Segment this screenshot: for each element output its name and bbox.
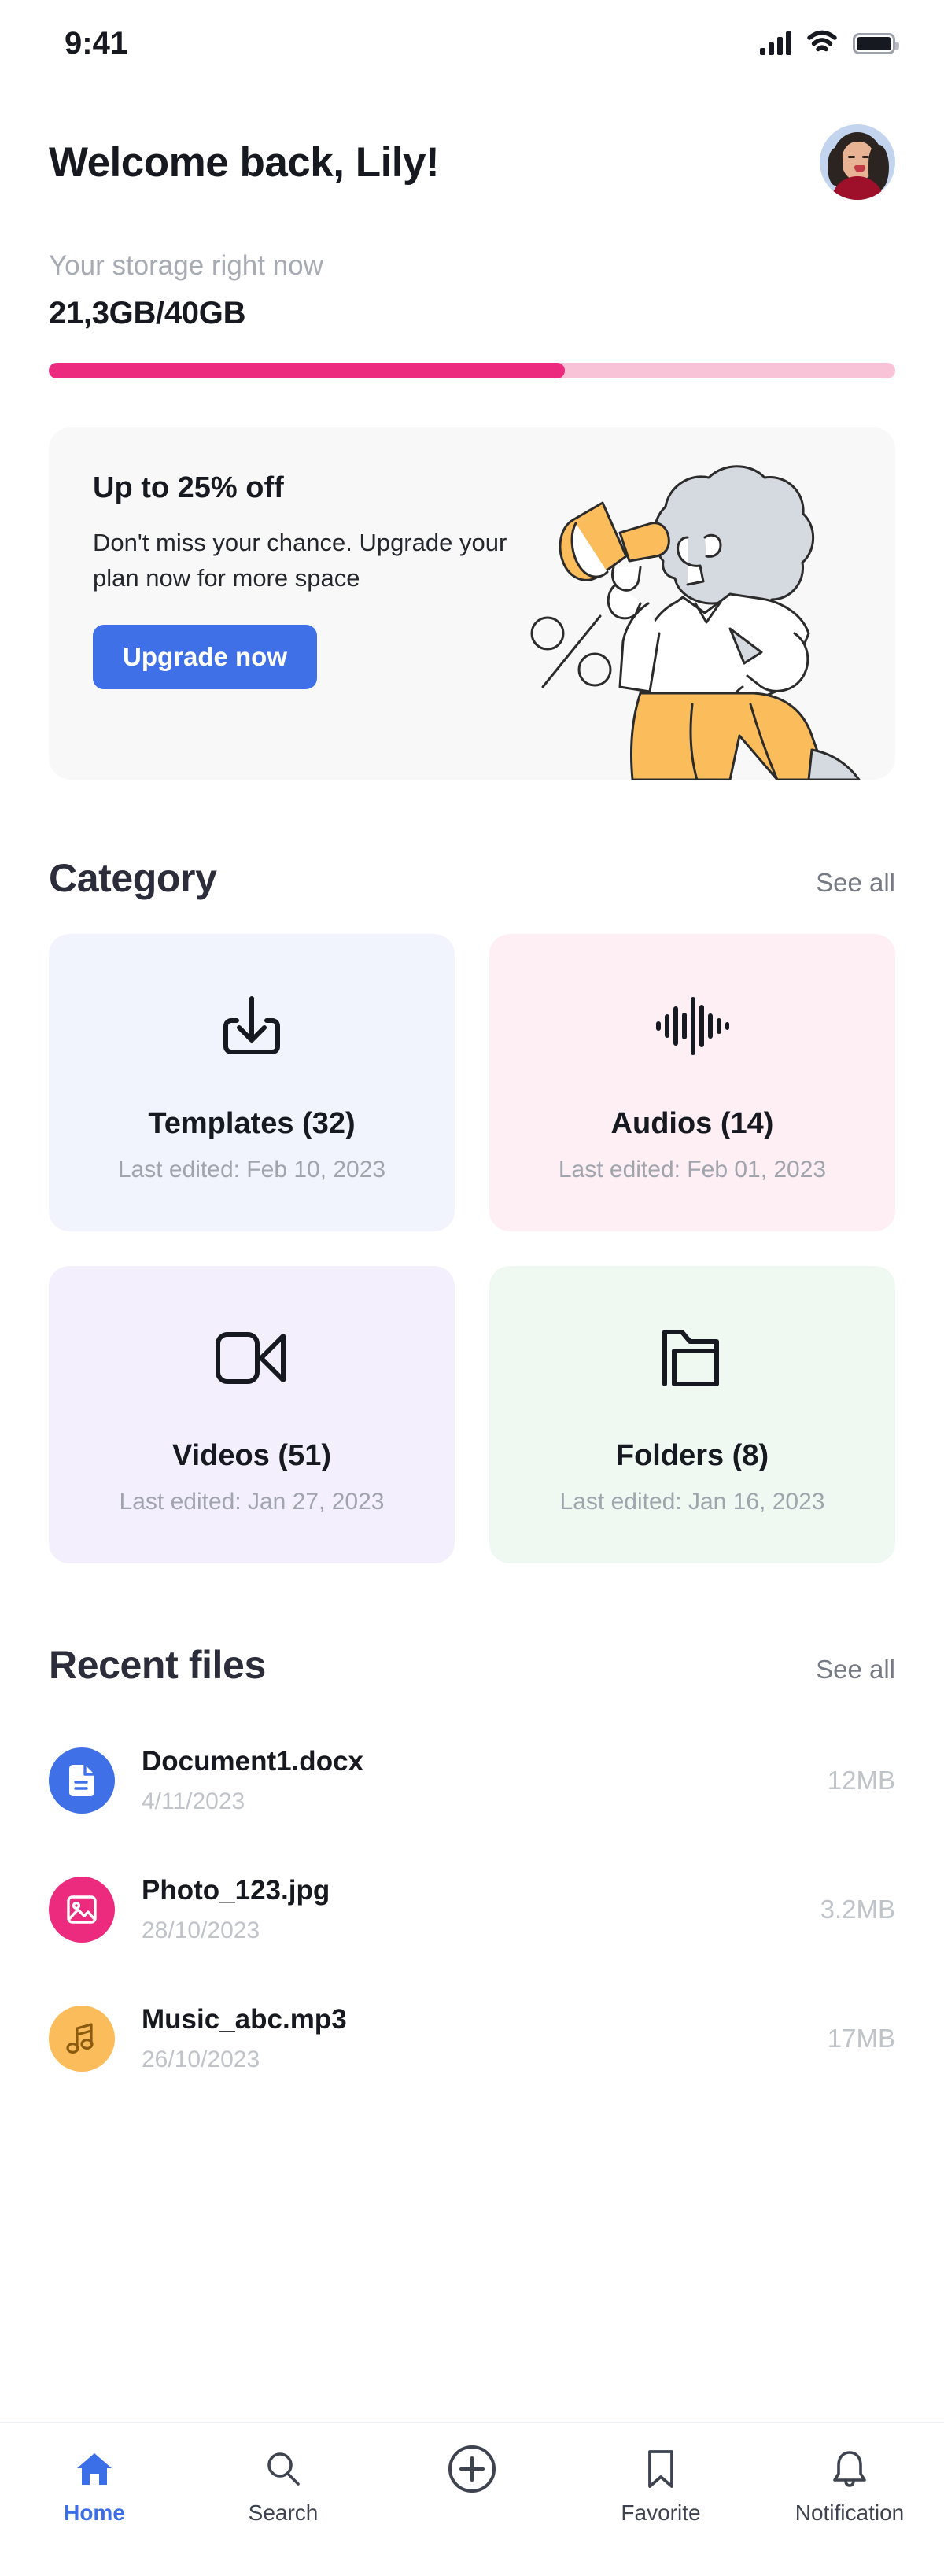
document-icon	[49, 1747, 115, 1814]
app-screen: 9:41 Welcome back, Lily! Your storage ri…	[0, 0, 944, 2576]
category-card-meta: Last edited: Feb 01, 2023	[558, 1156, 827, 1183]
category-card-audios[interactable]: Audios (14) Last edited: Feb 01, 2023	[489, 934, 895, 1231]
file-info: Music_abc.mp3 26/10/2023	[142, 2004, 828, 2073]
category-card-label: Videos (51)	[171, 1438, 332, 1472]
wifi-icon	[807, 30, 837, 57]
nav-item-label: Search	[248, 2500, 319, 2525]
download-icon	[218, 983, 286, 1069]
nav-item-favorite[interactable]: Favorite	[582, 2447, 739, 2526]
signal-bars-icon	[760, 31, 791, 55]
status-bar-time: 9:41	[65, 25, 128, 61]
category-card-folders[interactable]: Folders (8) Last edited: Jan 16, 2023	[489, 1266, 895, 1563]
file-list-item[interactable]: Document1.docx 4/11/2023 12MB	[49, 1716, 895, 1845]
category-title: Category	[49, 856, 217, 900]
recent-files-see-all-link[interactable]: See all	[816, 1655, 895, 1685]
storage-progress-bar	[49, 363, 895, 378]
promo-subtitle: Don't miss your chance. Upgrade your pla…	[93, 529, 507, 592]
page-title: Welcome back, Lily!	[49, 138, 440, 186]
promo-title: Up to 25% off	[93, 471, 284, 504]
avatar[interactable]	[820, 124, 895, 200]
category-card-templates[interactable]: Templates (32) Last edited: Feb 10, 2023	[49, 934, 455, 1231]
nav-item-notification[interactable]: Notification	[771, 2447, 928, 2526]
image-icon	[49, 1877, 115, 1943]
storage-label: Your storage right now	[49, 250, 323, 281]
search-icon	[264, 2447, 303, 2491]
folder-icon	[658, 1315, 726, 1401]
status-bar: 9:41	[0, 0, 944, 87]
storage-progress-fill	[49, 363, 566, 378]
nav-item-add[interactable]	[393, 2445, 551, 2500]
category-see-all-link[interactable]: See all	[816, 868, 895, 898]
category-card-label: Templates (32)	[148, 1106, 356, 1140]
recent-files-list: Document1.docx 4/11/2023 12MB Photo_123.…	[0, 1688, 944, 2103]
bell-icon	[830, 2447, 869, 2491]
category-card-meta: Last edited: Jan 16, 2023	[559, 1488, 825, 1515]
file-list-item[interactable]: Photo_123.jpg 28/10/2023 3.2MB	[49, 1845, 895, 1974]
file-size: 12MB	[827, 1766, 895, 1795]
home-icon	[75, 2447, 114, 2491]
page-header: Welcome back, Lily!	[0, 87, 944, 200]
recent-files-title: Recent files	[49, 1643, 266, 1687]
plus-circle-icon	[446, 2445, 498, 2493]
music-note-icon	[49, 2006, 115, 2072]
category-card-meta: Last edited: Jan 27, 2023	[119, 1488, 385, 1515]
file-date: 26/10/2023	[142, 2046, 260, 2072]
file-date: 4/11/2023	[142, 1788, 245, 1814]
video-camera-icon	[214, 1315, 289, 1401]
nav-item-label: Home	[64, 2500, 125, 2525]
category-card-meta: Last edited: Feb 10, 2023	[117, 1156, 386, 1183]
nav-item-home[interactable]: Home	[16, 2447, 173, 2526]
promo-text: Up to 25% off Don't miss your chance. Up…	[49, 427, 521, 780]
category-card-label: Folders (8)	[615, 1438, 769, 1472]
audio-waveform-icon	[655, 983, 730, 1069]
file-list-item[interactable]: Music_abc.mp3 26/10/2023 17MB	[49, 1974, 895, 2103]
file-name: Document1.docx	[142, 1746, 363, 1777]
nav-item-label: Notification	[795, 2500, 905, 2525]
upgrade-now-button[interactable]: Upgrade now	[93, 624, 318, 689]
nav-item-search[interactable]: Search	[205, 2447, 362, 2526]
battery-icon	[853, 32, 899, 54]
recent-files-section-header: Recent files See all	[0, 1563, 944, 1688]
file-date: 28/10/2023	[142, 1917, 260, 1943]
category-grid: Templates (32) Last edited: Feb 10, 2023…	[0, 901, 944, 1563]
file-size: 17MB	[827, 2024, 895, 2053]
category-card-videos[interactable]: Videos (51) Last edited: Jan 27, 2023	[49, 1266, 455, 1563]
file-name: Music_abc.mp3	[142, 2004, 347, 2035]
category-section-header: Category See all	[0, 780, 944, 901]
nav-item-label: Favorite	[621, 2500, 701, 2525]
status-bar-icons	[760, 30, 899, 57]
file-info: Photo_123.jpg 28/10/2023	[142, 1875, 820, 1944]
file-name: Photo_123.jpg	[142, 1875, 330, 1906]
bookmark-icon	[643, 2447, 678, 2491]
storage-value: 21,3GB/40GB	[49, 296, 246, 330]
file-size: 3.2MB	[820, 1895, 895, 1924]
bottom-navigation-bar: Home Search Favorite Notification	[0, 2422, 944, 2576]
file-info: Document1.docx 4/11/2023	[142, 1746, 828, 1815]
promo-banner[interactable]: Up to 25% off Don't miss your chance. Up…	[49, 427, 895, 780]
storage-section: Your storage right now 21,3GB/40GB	[0, 200, 944, 378]
category-card-label: Audios (14)	[610, 1106, 774, 1140]
woman-with-megaphone-illustration	[494, 427, 887, 780]
